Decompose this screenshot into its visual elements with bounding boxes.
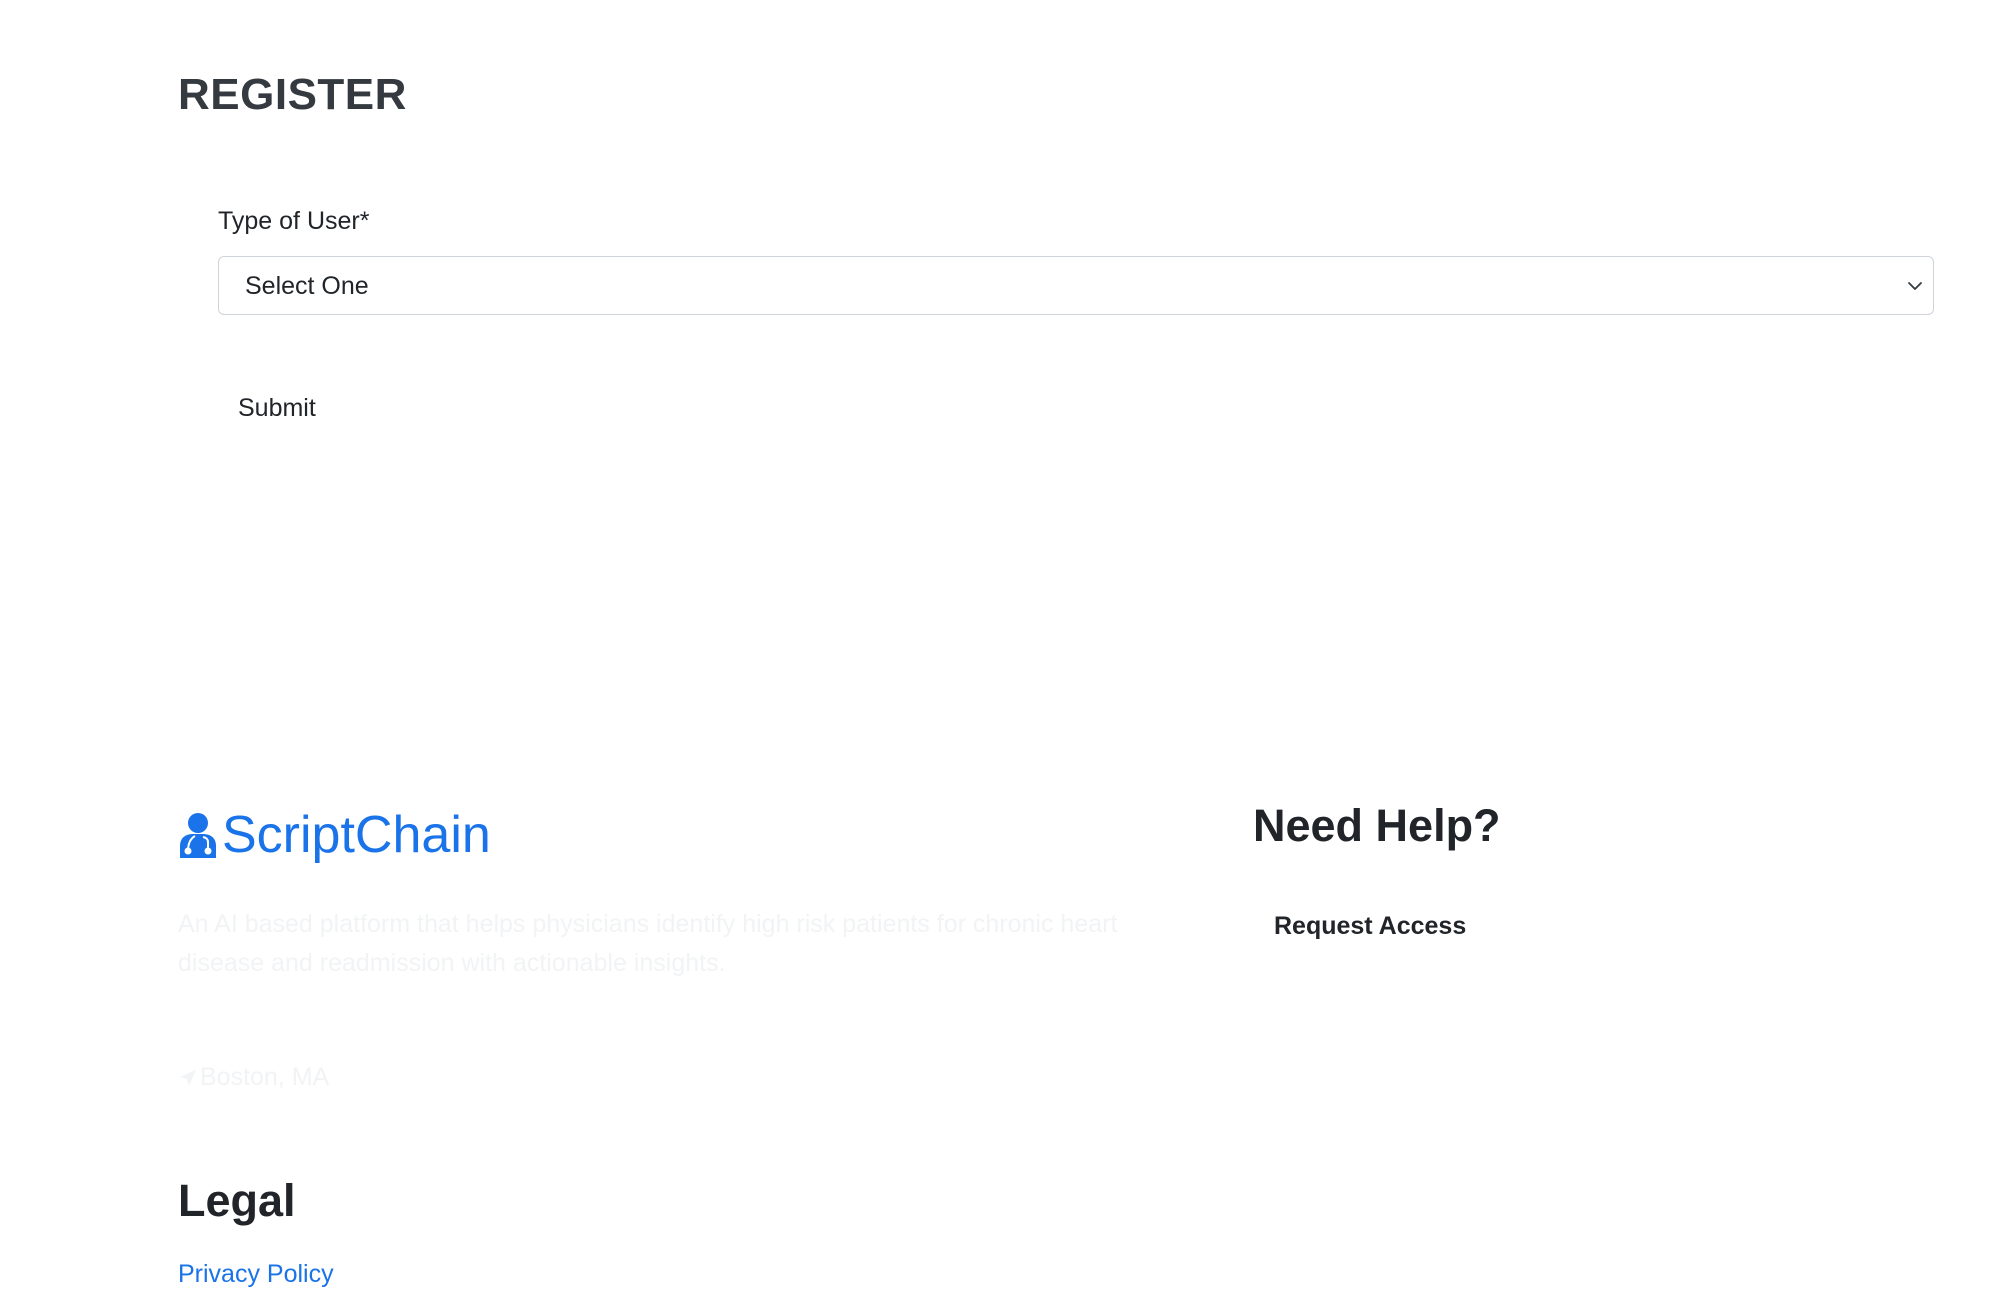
- privacy-policy-link[interactable]: Privacy Policy: [178, 1260, 334, 1289]
- location: Boston, MA: [178, 1063, 329, 1092]
- legal-heading: Legal: [178, 1175, 296, 1226]
- location-arrow-icon: [180, 1069, 196, 1086]
- user-type-select[interactable]: Select One: [218, 256, 1934, 315]
- submit-button[interactable]: Submit: [218, 386, 336, 431]
- user-type-selected-value: Select One: [245, 272, 369, 300]
- chevron-down-icon: [1908, 282, 1922, 290]
- need-help-heading: Need Help?: [1253, 800, 1501, 851]
- user-type-label: Type of User*: [218, 207, 370, 235]
- doctor-icon: [180, 813, 216, 858]
- page-title: REGISTER: [178, 70, 407, 119]
- request-access-link[interactable]: Request Access: [1274, 912, 1466, 941]
- footer-brand[interactable]: ScriptChain: [178, 805, 491, 865]
- location-text: Boston, MA: [200, 1063, 330, 1091]
- brand-description: An AI based platform that helps physicia…: [178, 910, 1118, 977]
- brand-name: ScriptChain: [222, 806, 491, 864]
- register-page: REGISTER Type of User* Select One Submit…: [0, 0, 1999, 1306]
